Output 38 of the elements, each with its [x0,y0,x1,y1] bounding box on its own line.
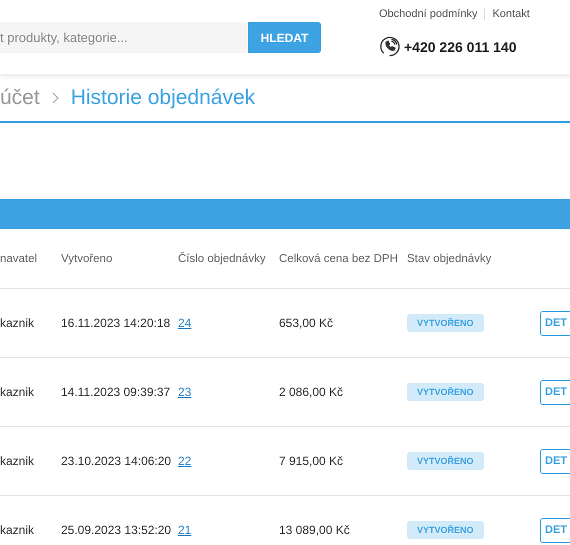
order-number-link[interactable]: 22 [178,454,192,468]
table-cell-text: kaznik [0,523,36,537]
status-badge: VYTVOŘENO [407,452,484,470]
table-cell-text: 2 086,00 Kč [279,385,344,399]
detail-button[interactable]: DET [540,448,570,474]
status-badge: VYTVOŘENO [407,383,484,401]
breadcrumb-link[interactable]: účet [0,86,40,110]
chevron-icon [52,92,59,104]
detail-button[interactable]: DET [540,380,570,404]
status-badge: VYTVOŘENO [407,314,484,332]
detail-button[interactable]: DET [540,310,570,336]
table-cell-text: kaznik [0,316,36,330]
status-badge: VYTVOŘENO [407,521,484,539]
table-cell-text: kaznik [0,454,36,468]
order-number-link[interactable]: 23 [178,385,192,399]
table-cell-text: 14.11.2023 09:39:37 [61,385,172,399]
header-link[interactable]: Kontakt [485,8,537,20]
detail-button[interactable]: DET [540,518,570,542]
search-button[interactable]: HLEDAT [248,22,321,53]
column-header: Stav objednávky [407,252,492,264]
order-number-link[interactable]: 24 [178,316,192,330]
column-header: Číslo objednávky [178,252,267,264]
column-header: navatel [0,252,38,264]
header-link[interactable]: Obchodní podmínky [379,8,486,20]
order-number-link[interactable]: 21 [178,523,192,537]
table-cell-text: 23.10.2023 14:06:20 [61,454,172,468]
table-cell-text: 25.09.2023 13:52:20 [61,523,172,537]
column-header: Celková cena bez DPH [279,252,399,264]
table-cell-text: 653,00 Kč [279,316,334,330]
phone-icon [379,36,400,57]
table-cell-text: 13 089,00 Kč [279,523,351,537]
table-cell-text: 16.11.2023 14:20:18 [61,316,172,330]
page-title: Historie objednávek [70,86,256,110]
search-field[interactable]: t produkty, kategorie... [0,22,248,53]
table-cell-text: kaznik [0,385,36,399]
column-header: Vytvořeno [61,252,114,264]
phone-number: +420 226 011 140 [404,38,517,54]
table-cell-text: 7 915,00 Kč [279,454,344,468]
